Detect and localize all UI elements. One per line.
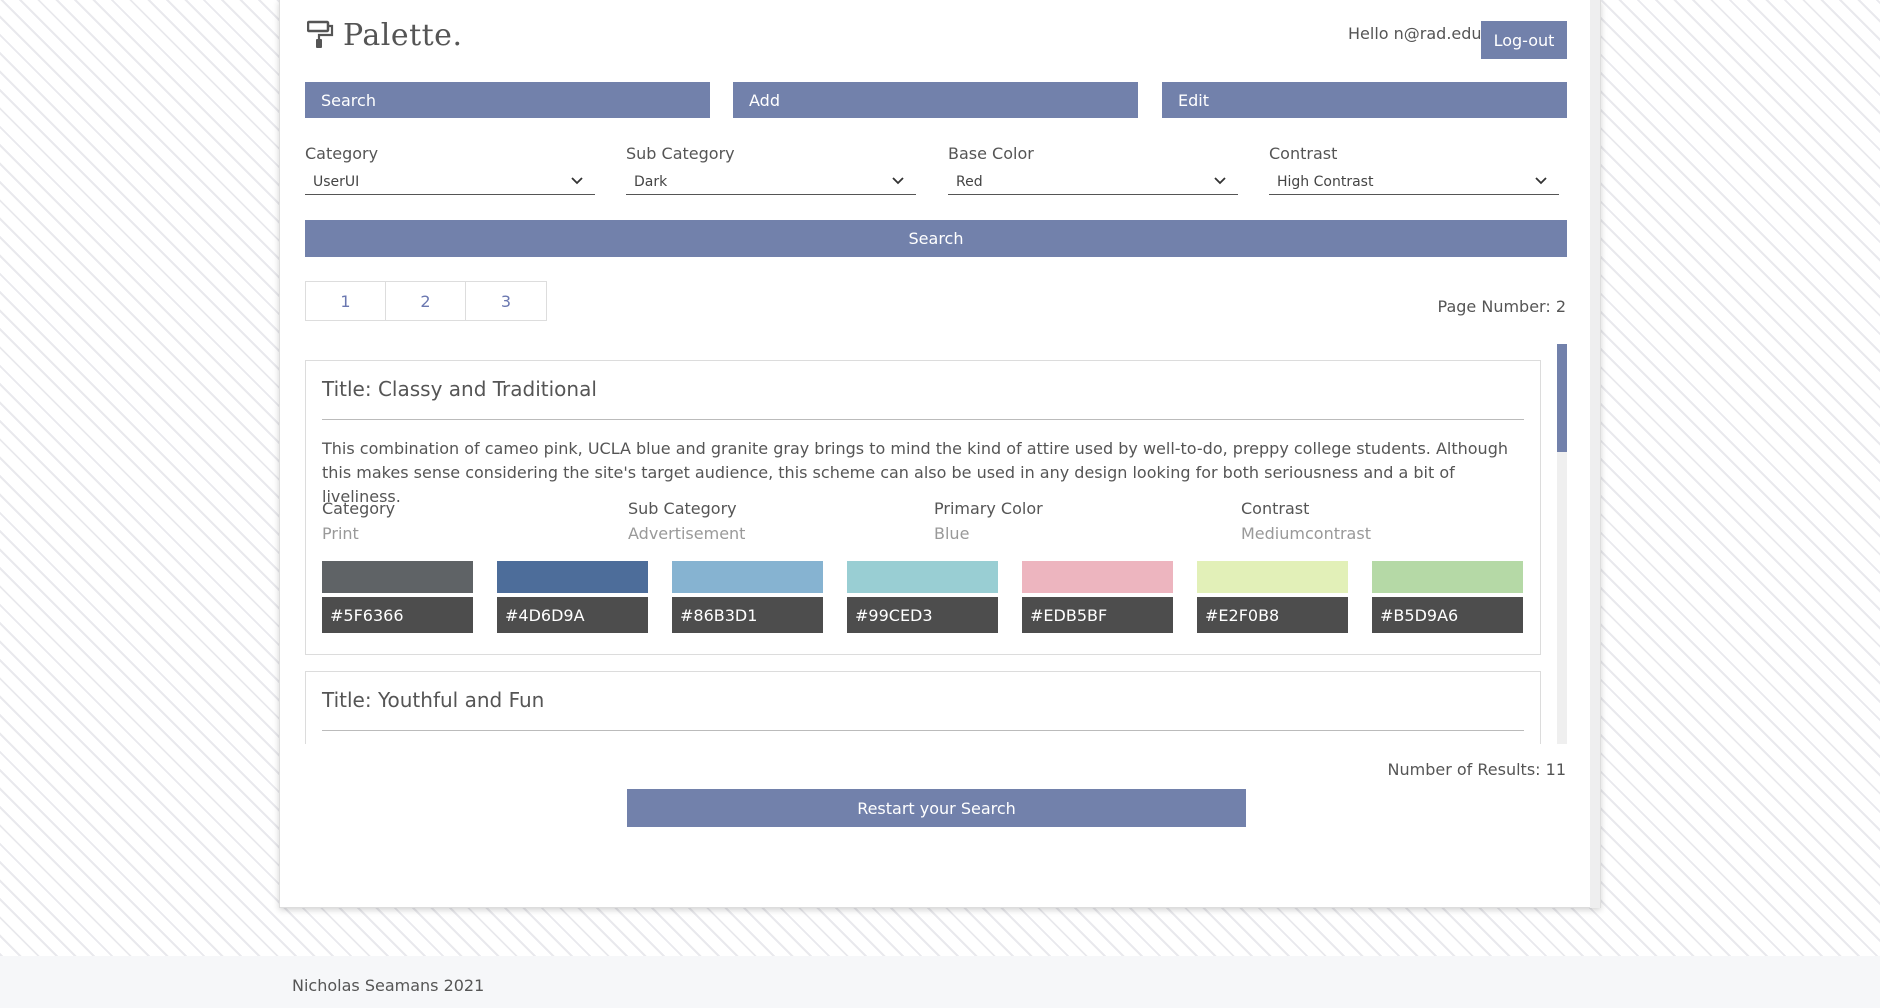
select-value: Red bbox=[956, 173, 983, 190]
pagination: 1 2 3 bbox=[305, 281, 547, 321]
logout-button[interactable]: Log-out bbox=[1481, 21, 1567, 59]
divider bbox=[322, 730, 1524, 731]
divider bbox=[322, 419, 1524, 420]
swatch-color bbox=[1197, 561, 1348, 593]
chevron-down-icon bbox=[892, 177, 904, 185]
meta-label: Category bbox=[322, 499, 396, 518]
restart-search-button[interactable]: Restart your Search bbox=[627, 789, 1246, 827]
meta-value: Blue bbox=[934, 524, 970, 543]
results-count: Number of Results: 11 bbox=[1387, 760, 1566, 779]
tab-search[interactable]: Search bbox=[305, 82, 710, 118]
filter-label: Sub Category bbox=[626, 144, 735, 163]
base-color-select[interactable]: Red bbox=[948, 169, 1238, 195]
meta-value: Advertisement bbox=[628, 524, 746, 543]
swatch-color bbox=[497, 561, 648, 593]
result-card: Title: Youthful and Fun bbox=[305, 671, 1541, 744]
filter-category: Category UserUI bbox=[305, 144, 595, 195]
filter-contrast: Contrast High Contrast bbox=[1269, 144, 1559, 195]
footer: Nicholas Seamans 2021 bbox=[0, 956, 1880, 1008]
color-swatch: #B5D9A6 bbox=[1372, 561, 1523, 633]
result-title: Title: Youthful and Fun bbox=[322, 688, 545, 712]
meta-value: Print bbox=[322, 524, 359, 543]
select-value: High Contrast bbox=[1277, 173, 1374, 190]
swatch-color bbox=[1372, 561, 1523, 593]
meta-label: Contrast bbox=[1241, 499, 1310, 518]
brand-logo[interactable]: Palette. bbox=[306, 18, 463, 53]
filter-label: Base Color bbox=[948, 144, 1034, 163]
meta-primary-color: Primary Color Blue bbox=[934, 499, 1234, 548]
swatch-hex: #5F6366 bbox=[322, 597, 473, 633]
swatch-hex: #E2F0B8 bbox=[1197, 597, 1348, 633]
filter-base-color: Base Color Red bbox=[948, 144, 1238, 195]
results-list[interactable]: Title: Classy and Traditional This combi… bbox=[305, 344, 1567, 744]
search-filters: Category UserUI Sub Category Dark Base C… bbox=[305, 144, 1567, 200]
color-swatch: #99CED3 bbox=[847, 561, 998, 633]
chevron-down-icon bbox=[571, 177, 583, 185]
page-number: Page Number: 2 bbox=[1437, 297, 1566, 316]
footer-credit: Nicholas Seamans 2021 bbox=[292, 976, 485, 995]
swatch-hex: #86B3D1 bbox=[672, 597, 823, 633]
meta-contrast: Contrast Mediumcontrast bbox=[1241, 499, 1541, 548]
swatch-hex: #4D6D9A bbox=[497, 597, 648, 633]
main-card: Palette. Hello n@rad.edu Log-out Search … bbox=[279, 0, 1601, 908]
filter-sub-category: Sub Category Dark bbox=[626, 144, 916, 195]
swatch-color bbox=[672, 561, 823, 593]
meta-label: Sub Category bbox=[628, 499, 737, 518]
user-greeting: Hello n@rad.edu bbox=[1348, 24, 1482, 43]
page-link-2[interactable]: 2 bbox=[386, 282, 466, 320]
select-value: UserUI bbox=[313, 173, 360, 190]
meta-value: Mediumcontrast bbox=[1241, 524, 1371, 543]
color-swatch: #4D6D9A bbox=[497, 561, 648, 633]
result-title: Title: Classy and Traditional bbox=[322, 377, 597, 401]
sub-category-select[interactable]: Dark bbox=[626, 169, 916, 195]
paint-roller-icon bbox=[306, 19, 335, 53]
swatch-color bbox=[847, 561, 998, 593]
tab-edit[interactable]: Edit bbox=[1162, 82, 1567, 118]
color-swatch: #86B3D1 bbox=[672, 561, 823, 633]
swatch-hex: #B5D9A6 bbox=[1372, 597, 1523, 633]
chevron-down-icon bbox=[1535, 177, 1547, 185]
color-swatch: #E2F0B8 bbox=[1197, 561, 1348, 633]
swatch-color bbox=[322, 561, 473, 593]
result-card: Title: Classy and Traditional This combi… bbox=[305, 360, 1541, 655]
swatch-hex: #99CED3 bbox=[847, 597, 998, 633]
color-swatch: #EDB5BF bbox=[1022, 561, 1173, 633]
filter-label: Category bbox=[305, 144, 379, 163]
meta-sub-category: Sub Category Advertisement bbox=[628, 499, 928, 548]
meta-label: Primary Color bbox=[934, 499, 1043, 518]
brand-name: Palette. bbox=[343, 18, 463, 53]
tab-add[interactable]: Add bbox=[733, 82, 1138, 118]
select-value: Dark bbox=[634, 173, 668, 190]
search-button[interactable]: Search bbox=[305, 220, 1567, 257]
chevron-down-icon bbox=[1214, 177, 1226, 185]
filter-label: Contrast bbox=[1269, 144, 1338, 163]
meta-category: Category Print bbox=[322, 499, 622, 548]
color-swatch: #5F6366 bbox=[322, 561, 473, 633]
page-link-3[interactable]: 3 bbox=[466, 282, 546, 320]
swatch-color bbox=[1022, 561, 1173, 593]
page-scrollbar[interactable] bbox=[1590, 0, 1600, 908]
category-select[interactable]: UserUI bbox=[305, 169, 595, 195]
nav-tabs: Search Add Edit bbox=[305, 82, 1567, 118]
results-scrollbar-thumb[interactable] bbox=[1557, 344, 1567, 452]
contrast-select[interactable]: High Contrast bbox=[1269, 169, 1559, 195]
page-link-1[interactable]: 1 bbox=[306, 282, 386, 320]
swatch-hex: #EDB5BF bbox=[1022, 597, 1173, 633]
